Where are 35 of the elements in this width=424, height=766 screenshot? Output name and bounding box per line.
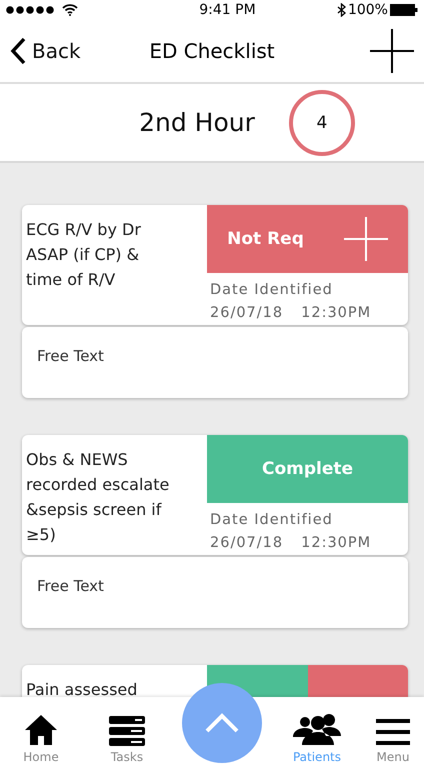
tab[interactable]: Patients bbox=[272, 697, 362, 766]
caret-icon bbox=[205, 713, 239, 733]
tab[interactable]: Menu bbox=[362, 697, 424, 766]
tab[interactable]: Home bbox=[0, 697, 82, 766]
date-label: Date Identified bbox=[210, 511, 334, 530]
count-badge: 4 bbox=[288, 90, 355, 156]
signal-icon bbox=[6, 6, 56, 14]
battery-percent: 100% bbox=[348, 2, 388, 18]
tab[interactable]: Tasks bbox=[82, 697, 172, 766]
date-text: 26/07/18 bbox=[210, 304, 284, 323]
add-button[interactable] bbox=[370, 29, 414, 73]
home-icon bbox=[24, 714, 58, 746]
wifi-icon bbox=[62, 4, 78, 16]
clock: 9:41 PM bbox=[199, 2, 256, 18]
bluetooth-icon bbox=[336, 3, 346, 17]
time-text: 12:30PM bbox=[301, 304, 372, 323]
list-icon bbox=[109, 716, 145, 746]
back-button[interactable]: Back bbox=[0, 37, 81, 65]
screen-title: ED Checklist bbox=[149, 39, 275, 63]
task-text: Obs & NEWS recorded escalate &sepsis screen if ≥5) bbox=[25, 449, 170, 546]
note-field[interactable]: Free Text bbox=[22, 327, 408, 398]
people-icon bbox=[292, 714, 342, 746]
plus-icon bbox=[344, 217, 388, 261]
complete-button[interactable]: Complete bbox=[207, 435, 408, 503]
task-text: Pain assessed bbox=[25, 679, 138, 697]
menu-icon bbox=[376, 718, 410, 746]
date-text: 26/07/18 bbox=[210, 534, 284, 553]
time-text: 12:30PM bbox=[301, 534, 372, 553]
battery-icon bbox=[390, 4, 418, 16]
task-text: ECG R/V by Dr ASAP (if CP) & time of R/V bbox=[25, 219, 142, 291]
not-required-button[interactable]: Not Req bbox=[207, 205, 408, 273]
section-title: 2nd Hour bbox=[139, 108, 255, 137]
chevron-left-icon bbox=[10, 37, 26, 65]
date-label: Date Identified bbox=[210, 281, 334, 300]
note-field[interactable]: Free Text bbox=[22, 557, 408, 628]
